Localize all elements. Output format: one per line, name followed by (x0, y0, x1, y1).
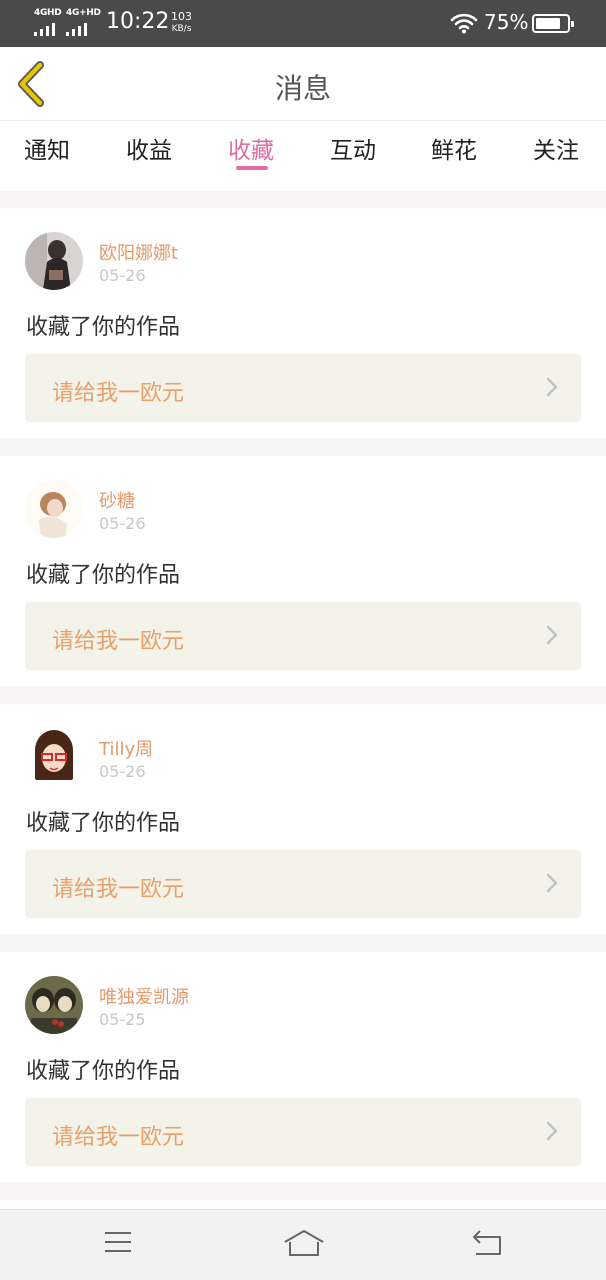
work-link[interactable]: 请给我一欧元 (25, 1098, 581, 1166)
work-link[interactable]: 请给我一欧元 (25, 354, 581, 422)
home-icon (284, 1230, 324, 1256)
status-bar: 4GHD 4G+HD 10:22 103 KB/s 75% (0, 0, 606, 47)
work-link[interactable]: 请给我一欧元 (25, 850, 581, 918)
battery-icon (532, 14, 574, 33)
notification-card (0, 1200, 606, 1209)
work-title: 请给我一欧元 (52, 877, 185, 902)
avatar[interactable] (25, 480, 83, 538)
chevron-right-icon (546, 1121, 558, 1141)
work-title: 请给我一欧元 (52, 1125, 185, 1150)
timestamp: 05-26 (99, 266, 146, 285)
menu-icon (105, 1232, 131, 1252)
tab-following[interactable]: 关注 (533, 131, 579, 165)
notification-message: 收藏了你的作品 (26, 563, 181, 588)
work-title: 请给我一欧元 (52, 381, 185, 406)
back-nav-button[interactable] (470, 1228, 504, 1262)
notification-message: 收藏了你的作品 (26, 811, 181, 836)
timestamp: 05-26 (99, 762, 146, 781)
tab-interactions[interactable]: 互动 (330, 131, 376, 165)
tab-notifications[interactable]: 通知 (24, 131, 70, 165)
tab-favorites[interactable]: 收藏 (228, 131, 274, 165)
username[interactable]: 唯独爱凯源 (99, 983, 189, 1009)
menu-button[interactable] (102, 1228, 134, 1260)
username[interactable]: Tilly周 (99, 735, 153, 761)
tab-bar: 通知 收益 收藏 互动 鲜花 关注 (0, 121, 606, 191)
username[interactable]: 砂糖 (99, 487, 135, 513)
avatar[interactable] (25, 728, 83, 786)
tab-earnings[interactable]: 收益 (126, 131, 172, 165)
active-tab-indicator (236, 166, 268, 170)
notification-card: 唯独爱凯源 05-25 收藏了你的作品 请给我一欧元 (0, 952, 606, 1182)
chevron-right-icon (546, 873, 558, 893)
speed-unit: KB/s (171, 24, 192, 34)
timestamp: 05-26 (99, 514, 146, 533)
chevron-right-icon (546, 377, 558, 397)
notification-message: 收藏了你的作品 (26, 1059, 181, 1084)
work-link[interactable]: 请给我一欧元 (25, 602, 581, 670)
network-speed: 103 KB/s (171, 11, 192, 35)
avatar[interactable] (25, 232, 83, 290)
wifi-icon (450, 13, 478, 34)
notification-card: 欧阳娜娜t 05-26 收藏了你的作品 请给我一欧元 (0, 208, 606, 438)
notification-card: 砂糖 05-26 收藏了你的作品 请给我一欧元 (0, 456, 606, 686)
title-bar: 消息 (0, 47, 606, 121)
sim2-label: 4G+HD (66, 8, 101, 18)
username[interactable]: 欧阳娜娜t (99, 239, 178, 265)
signal-sim1-icon: 4GHD (34, 8, 68, 38)
speed-value: 103 (171, 10, 192, 23)
sim1-label: 4GHD (34, 8, 62, 18)
home-button[interactable] (282, 1228, 326, 1264)
avatar[interactable] (25, 976, 83, 1034)
notification-card: Tilly周 05-26 收藏了你的作品 请给我一欧元 (0, 704, 606, 934)
timestamp: 05-25 (99, 1010, 146, 1029)
back-arrow-icon (473, 1230, 501, 1255)
chevron-right-icon (546, 625, 558, 645)
work-title: 请给我一欧元 (52, 629, 185, 654)
clock: 10:22 (106, 9, 170, 34)
system-nav-bar (0, 1209, 606, 1280)
page-title: 消息 (274, 72, 331, 105)
notification-message: 收藏了你的作品 (26, 315, 181, 340)
battery-percentage: 75% (484, 10, 529, 34)
tab-flowers[interactable]: 鲜花 (431, 131, 477, 165)
signal-sim2-icon: 4G+HD (66, 8, 101, 38)
